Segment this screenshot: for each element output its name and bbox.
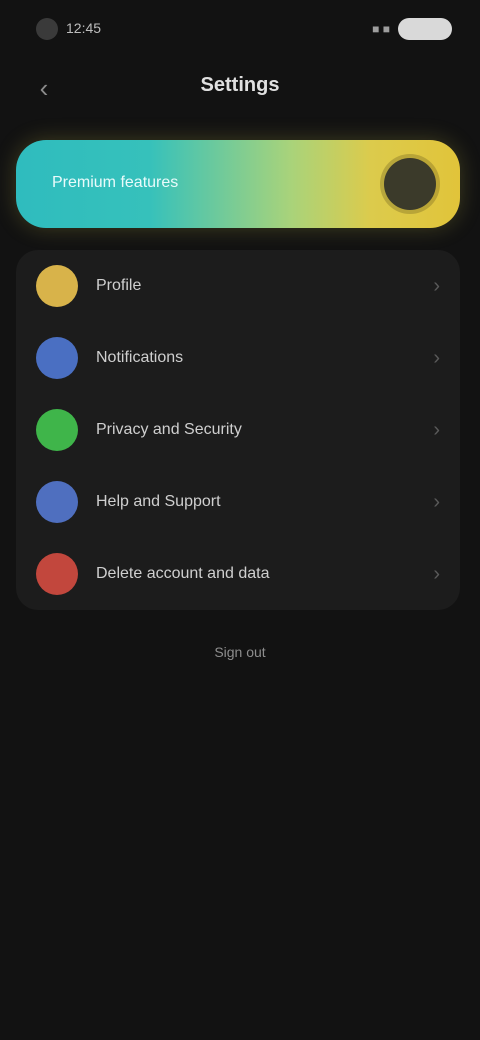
list-item-privacy[interactable]: Privacy and Security › <box>16 394 460 466</box>
list-item-label: Delete account and data <box>96 565 270 582</box>
lock-icon <box>36 409 78 451</box>
status-bar: 12:45 ■ ■ <box>0 0 480 60</box>
list-item-label: Privacy and Security <box>96 421 242 438</box>
bell-icon <box>36 337 78 379</box>
list-item-delete[interactable]: Delete account and data › <box>16 538 460 610</box>
sign-out-link[interactable]: Sign out <box>0 644 480 660</box>
help-icon <box>36 481 78 523</box>
signal-icon: ■ ■ <box>372 22 390 36</box>
status-time: 12:45 <box>66 20 102 36</box>
avatar <box>36 18 58 40</box>
status-right: ■ ■ <box>372 18 452 40</box>
page-title: Settings <box>200 74 280 96</box>
list-item-profile[interactable]: Profile › <box>16 250 460 322</box>
profile-icon <box>36 265 78 307</box>
battery-icon <box>398 18 452 40</box>
premium-card-label: Premium features <box>52 174 179 191</box>
chevron-right-icon: › <box>433 490 440 513</box>
toggle-knob-icon[interactable] <box>384 158 436 210</box>
chevron-right-icon: › <box>433 274 440 297</box>
list-item-label: Help and Support <box>96 493 221 510</box>
list-item-label: Notifications <box>96 349 184 366</box>
list-item-notifications[interactable]: Notifications › <box>16 322 460 394</box>
chevron-right-icon: › <box>433 346 440 369</box>
chevron-right-icon: › <box>433 562 440 585</box>
settings-list: Profile › Notifications › Privacy and Se… <box>16 250 460 610</box>
header: ‹ Settings <box>0 60 480 120</box>
list-item-help[interactable]: Help and Support › <box>16 466 460 538</box>
list-item-label: Profile <box>96 277 142 294</box>
premium-card[interactable]: Premium features <box>16 140 460 228</box>
trash-icon <box>36 553 78 595</box>
chevron-right-icon: › <box>433 418 440 441</box>
